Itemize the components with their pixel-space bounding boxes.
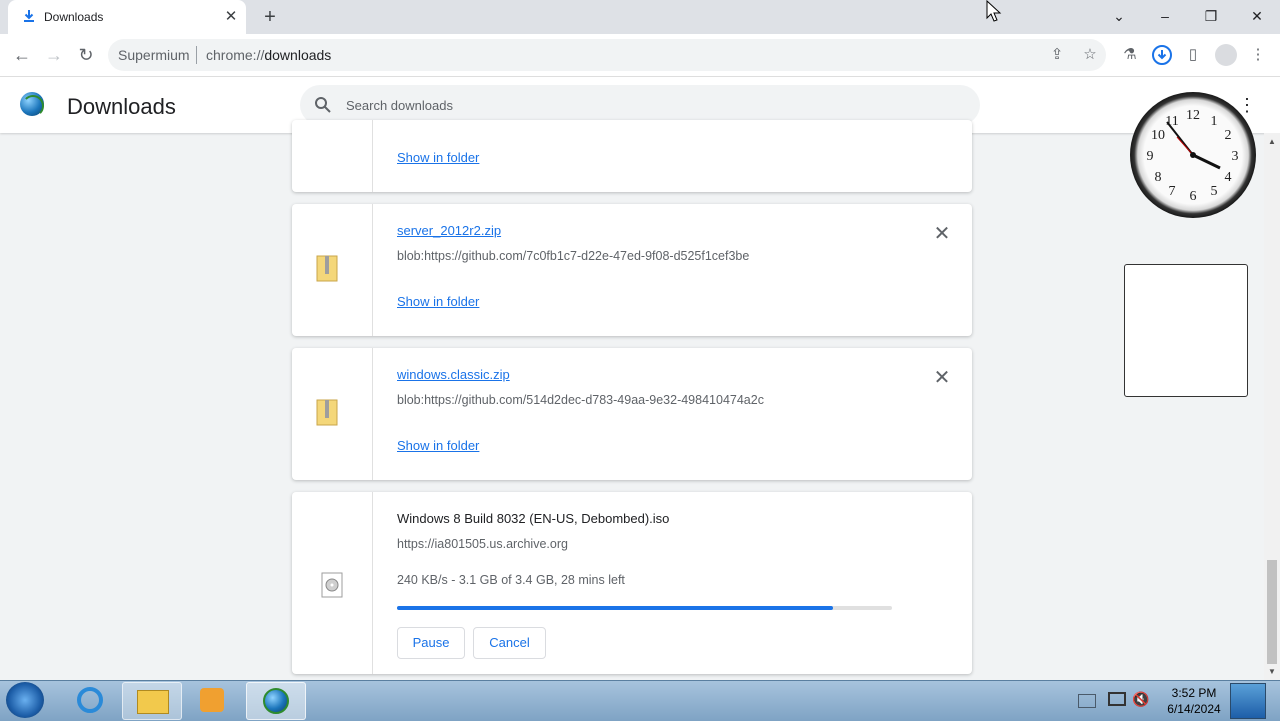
mouse-cursor-icon: [986, 0, 1002, 22]
scroll-down-arrow-icon[interactable]: ▼: [1267, 667, 1277, 677]
folder-icon: [137, 690, 169, 714]
svg-text:9: 9: [1147, 149, 1154, 164]
share-icon[interactable]: ⇪: [1047, 45, 1067, 65]
side-panel-icon[interactable]: ▯: [1183, 45, 1203, 65]
svg-text:12: 12: [1186, 108, 1200, 123]
file-name-link[interactable]: server_2012r2.zip: [397, 223, 501, 238]
disc-image-file-icon: [321, 572, 343, 598]
download-status: 240 KB/s - 3.1 GB of 3.4 GB, 28 mins lef…: [397, 573, 625, 587]
file-icon-column: [292, 120, 373, 192]
clock-face-icon: 12 12 345 678 91011: [1147, 108, 1239, 204]
minimize-button[interactable]: –: [1153, 6, 1177, 26]
svg-text:6: 6: [1190, 189, 1197, 204]
taskbar-supermium-icon[interactable]: [246, 682, 306, 720]
download-item-active: Windows 8 Build 8032 (EN-US, Debombed).i…: [292, 492, 972, 674]
url-host: downloads: [264, 47, 332, 63]
start-button[interactable]: [6, 682, 44, 718]
browser-logo-ring: [22, 95, 44, 117]
pause-button[interactable]: Pause: [397, 627, 465, 659]
volume-muted-icon[interactable]: 🔇: [1132, 690, 1150, 708]
file-url: blob:https://github.com/7c0fb1c7-d22e-47…: [397, 249, 750, 263]
zip-folder-icon: [316, 399, 338, 426]
omnibox-separator: [196, 46, 197, 64]
file-icon-column: [292, 204, 373, 336]
file-url: https://ia801505.us.archive.org: [397, 537, 568, 551]
blank-gadget[interactable]: [1124, 264, 1248, 397]
taskbar-media-player-icon[interactable]: [184, 682, 242, 718]
taskbar-ie-icon[interactable]: [60, 682, 118, 718]
internet-explorer-icon: [77, 687, 103, 713]
cancel-button[interactable]: Cancel: [473, 627, 546, 659]
media-player-icon: [200, 688, 224, 712]
close-window-button[interactable]: ✕: [1245, 6, 1269, 26]
taskbar-clock[interactable]: 3:52 PM 6/14/2024: [1160, 685, 1228, 717]
scroll-up-arrow-icon[interactable]: ▲: [1267, 137, 1277, 147]
show-in-folder-link[interactable]: Show in folder: [397, 294, 479, 309]
svg-text:2: 2: [1225, 128, 1232, 143]
profile-avatar[interactable]: [1215, 44, 1237, 66]
svg-text:3: 3: [1232, 149, 1239, 164]
omnibox-brand: Supermium: [118, 47, 190, 63]
show-in-folder-link[interactable]: Show in folder: [397, 150, 479, 165]
file-icon-column: [292, 492, 373, 674]
remove-icon[interactable]: ✕: [932, 224, 952, 244]
omnibox-url[interactable]: chrome://downloads: [206, 47, 331, 63]
download-item: server_2012r2.zip blob:https://github.co…: [292, 204, 972, 336]
tab-search-icon[interactable]: ⌄: [1107, 6, 1131, 26]
clock-gadget[interactable]: 12 1 2 345 678 9 10 11: [1130, 92, 1256, 218]
search-placeholder: Search downloads: [346, 98, 453, 113]
page-title: Downloads: [67, 94, 176, 119]
taskbar-date: 6/14/2024: [1167, 702, 1221, 716]
progress-bar-fill: [397, 606, 833, 610]
svg-text:7: 7: [1169, 184, 1176, 199]
progress-bar: [397, 606, 892, 610]
browser-menu-icon[interactable]: ⋮: [1248, 45, 1268, 65]
svg-text:5: 5: [1211, 184, 1218, 199]
search-icon: [315, 97, 331, 113]
show-desktop-button[interactable]: [1230, 683, 1266, 719]
scrollbar-thumb[interactable]: [1267, 560, 1277, 664]
forward-button[interactable]: →: [43, 44, 65, 66]
close-tab-icon[interactable]: ✕: [222, 8, 240, 26]
keyboard-icon[interactable]: [1078, 694, 1096, 708]
file-icon-column: [292, 348, 373, 480]
svg-text:10: 10: [1151, 128, 1165, 143]
reload-button[interactable]: ↻: [75, 44, 97, 66]
network-icon[interactable]: [1108, 692, 1126, 706]
restore-button[interactable]: ❐: [1199, 6, 1223, 26]
new-tab-button[interactable]: +: [260, 7, 280, 27]
download-item: windows.classic.zip blob:https://github.…: [292, 348, 972, 480]
file-name-link[interactable]: windows.classic.zip: [397, 367, 510, 382]
back-button[interactable]: ←: [11, 44, 33, 66]
tab-title: Downloads: [44, 10, 104, 24]
supermium-icon: [263, 688, 289, 714]
tab-downloads[interactable]: Downloads ✕: [8, 0, 246, 34]
svg-text:4: 4: [1225, 170, 1232, 185]
file-name: Windows 8 Build 8032 (EN-US, Debombed).i…: [397, 511, 670, 526]
show-in-folder-link[interactable]: Show in folder: [397, 438, 479, 453]
download-icon: [24, 10, 34, 22]
svg-text:8: 8: [1155, 170, 1162, 185]
remove-icon[interactable]: ✕: [932, 368, 952, 388]
bookmark-star-icon[interactable]: ☆: [1080, 45, 1100, 65]
downloads-toolbar-icon[interactable]: [1151, 44, 1173, 66]
download-item: Show in folder: [292, 120, 972, 192]
taskbar-explorer-icon[interactable]: [122, 682, 182, 720]
file-url: blob:https://github.com/514d2dec-d783-49…: [397, 393, 764, 407]
url-scheme: chrome://: [206, 47, 265, 63]
extensions-icon[interactable]: ⚗: [1120, 45, 1140, 65]
taskbar-time: 3:52 PM: [1171, 686, 1217, 700]
svg-text:1: 1: [1211, 114, 1218, 129]
zip-folder-icon: [316, 255, 338, 282]
